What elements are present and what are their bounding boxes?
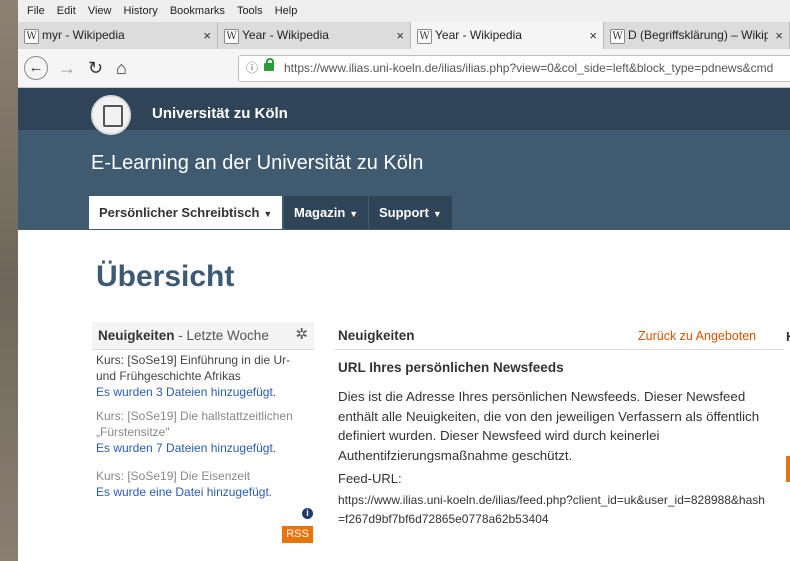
main-title: Neuigkeiten xyxy=(338,328,415,343)
info-icon[interactable]: i xyxy=(302,508,313,519)
news-link[interactable]: Es wurden 3 Dateien hinzugefügt. xyxy=(96,384,310,400)
home-icon[interactable]: ⌂ xyxy=(116,56,127,80)
news-sidebar-block: Neuigkeiten - Letzte Woche ✲ Kurs: [SoSe… xyxy=(92,322,314,547)
cut-off-button[interactable] xyxy=(786,456,790,482)
sidebar-title-text: Neuigkeiten xyxy=(98,328,175,343)
menu-edit[interactable]: Edit xyxy=(57,5,76,17)
news-main-block: Neuigkeiten Zurück zu Angeboten URL Ihre… xyxy=(334,322,784,547)
feed-url-label: Feed-URL: xyxy=(338,471,402,486)
back-arrow-icon[interactable]: ← xyxy=(24,56,48,80)
wikipedia-icon: W xyxy=(610,29,625,44)
news-course[interactable]: Kurs: [SoSe19] Einführung in die Ur- und… xyxy=(96,352,310,384)
sidebar-header: Neuigkeiten - Letzte Woche ✲ xyxy=(92,322,314,350)
menu-file[interactable]: File xyxy=(27,5,45,17)
lock-icon[interactable] xyxy=(264,58,274,71)
close-icon[interactable]: × xyxy=(396,22,404,49)
site-header: Universität zu Köln E-Learning an der Un… xyxy=(18,88,790,230)
url-bar[interactable]: ⓘ https://www.ilias.uni-koeln.de/ilias/i… xyxy=(238,55,790,82)
news-item[interactable]: Kurs: [SoSe19] Die Eisenzeit Es wurde ei… xyxy=(96,468,310,500)
close-icon[interactable]: × xyxy=(589,22,597,49)
wikipedia-icon: W xyxy=(24,29,39,44)
info-icon[interactable]: ⓘ xyxy=(246,56,258,81)
forward-arrow-icon[interactable]: → xyxy=(58,56,76,80)
news-course[interactable]: Kurs: [SoSe19] Die hallstattzeitlichen „… xyxy=(96,408,310,440)
news-course[interactable]: Kurs: [SoSe19] Die Eisenzeit xyxy=(96,468,310,484)
university-name[interactable]: Universität zu Köln xyxy=(152,105,288,122)
nav-support[interactable]: Support ▼ xyxy=(369,196,452,229)
main-header: Neuigkeiten Zurück zu Angeboten xyxy=(334,322,784,350)
tab-year-2[interactable]: W Year - Wikipedia × xyxy=(411,22,604,49)
caret-down-icon: ▼ xyxy=(263,209,273,219)
menu-bar: File Edit View History Bookmarks Tools H… xyxy=(18,0,790,22)
menu-bookmarks[interactable]: Bookmarks xyxy=(170,5,225,17)
tab-bar: W myr - Wikipedia × W Year - Wikipedia ×… xyxy=(18,22,790,49)
tab-label: myr - Wikipedia xyxy=(42,28,125,42)
desktop-edge xyxy=(0,0,18,561)
tab-year-1[interactable]: W Year - Wikipedia × xyxy=(218,22,411,49)
navigation-toolbar: ← → ↻ ⌂ ⓘ https://www.ilias.uni-koeln.de… xyxy=(18,49,790,88)
cut-off-column-heading: K xyxy=(786,329,790,344)
wikipedia-icon: W xyxy=(224,29,239,44)
nav-persoenlicher-schreibtisch[interactable]: Persönlicher Schreibtisch ▼ xyxy=(89,196,283,229)
reload-icon[interactable]: ↻ xyxy=(88,56,103,80)
close-icon[interactable]: × xyxy=(775,22,783,49)
news-item[interactable]: Kurs: [SoSe19] Die hallstattzeitlichen „… xyxy=(96,408,310,456)
news-link[interactable]: Es wurde eine Datei hinzugefügt. xyxy=(96,484,310,500)
rss-button[interactable]: RSS xyxy=(282,526,313,543)
nav-label: Support xyxy=(379,205,429,220)
close-icon[interactable]: × xyxy=(203,22,211,49)
tab-label: Year - Wikipedia xyxy=(435,28,522,42)
feed-heading: URL Ihres persönlichen Newsfeeds xyxy=(338,360,564,375)
tab-label: D (Begriffsklärung) – Wikipedia xyxy=(628,28,768,42)
browser-window: File Edit View History Bookmarks Tools H… xyxy=(18,0,790,561)
tab-label: Year - Wikipedia xyxy=(242,28,329,42)
feed-description: Dies ist die Adresse Ihres persönlichen … xyxy=(338,389,760,463)
university-band: Universität zu Köln xyxy=(18,88,790,135)
back-to-offers-link[interactable]: Zurück zu Angeboten xyxy=(638,329,756,343)
wikipedia-icon: W xyxy=(417,29,432,44)
sidebar-title: Neuigkeiten - Letzte Woche xyxy=(98,328,269,343)
caret-down-icon: ▼ xyxy=(432,209,442,219)
nav-magazin[interactable]: Magazin ▼ xyxy=(284,196,369,229)
platform-title: E-Learning an der Universität zu Köln xyxy=(91,152,424,174)
url-text[interactable]: https://www.ilias.uni-koeln.de/ilias/ili… xyxy=(284,56,773,81)
gear-icon[interactable]: ✲ xyxy=(295,325,308,343)
tab-d-begriffsklaerung[interactable]: W D (Begriffsklärung) – Wikipedia × xyxy=(604,22,790,49)
caret-down-icon: ▼ xyxy=(349,209,359,219)
university-seal-logo[interactable] xyxy=(91,95,131,135)
nav-label: Persönlicher Schreibtisch xyxy=(99,205,260,220)
news-link[interactable]: Es wurden 7 Dateien hinzugefügt. xyxy=(96,440,310,456)
menu-history[interactable]: History xyxy=(124,5,158,17)
news-item[interactable]: Kurs: [SoSe19] Einführung in die Ur- und… xyxy=(96,352,310,400)
sidebar-subtitle: - Letzte Woche xyxy=(174,328,269,343)
page-title: Übersicht xyxy=(96,260,235,293)
feed-url[interactable]: https://www.ilias.uni-koeln.de/ilias/fee… xyxy=(338,491,768,529)
nav-label: Magazin xyxy=(294,205,346,220)
menu-help[interactable]: Help xyxy=(275,5,298,17)
menu-view[interactable]: View xyxy=(88,5,112,17)
menu-tools[interactable]: Tools xyxy=(237,5,263,17)
tab-myr[interactable]: W myr - Wikipedia × xyxy=(18,22,218,49)
